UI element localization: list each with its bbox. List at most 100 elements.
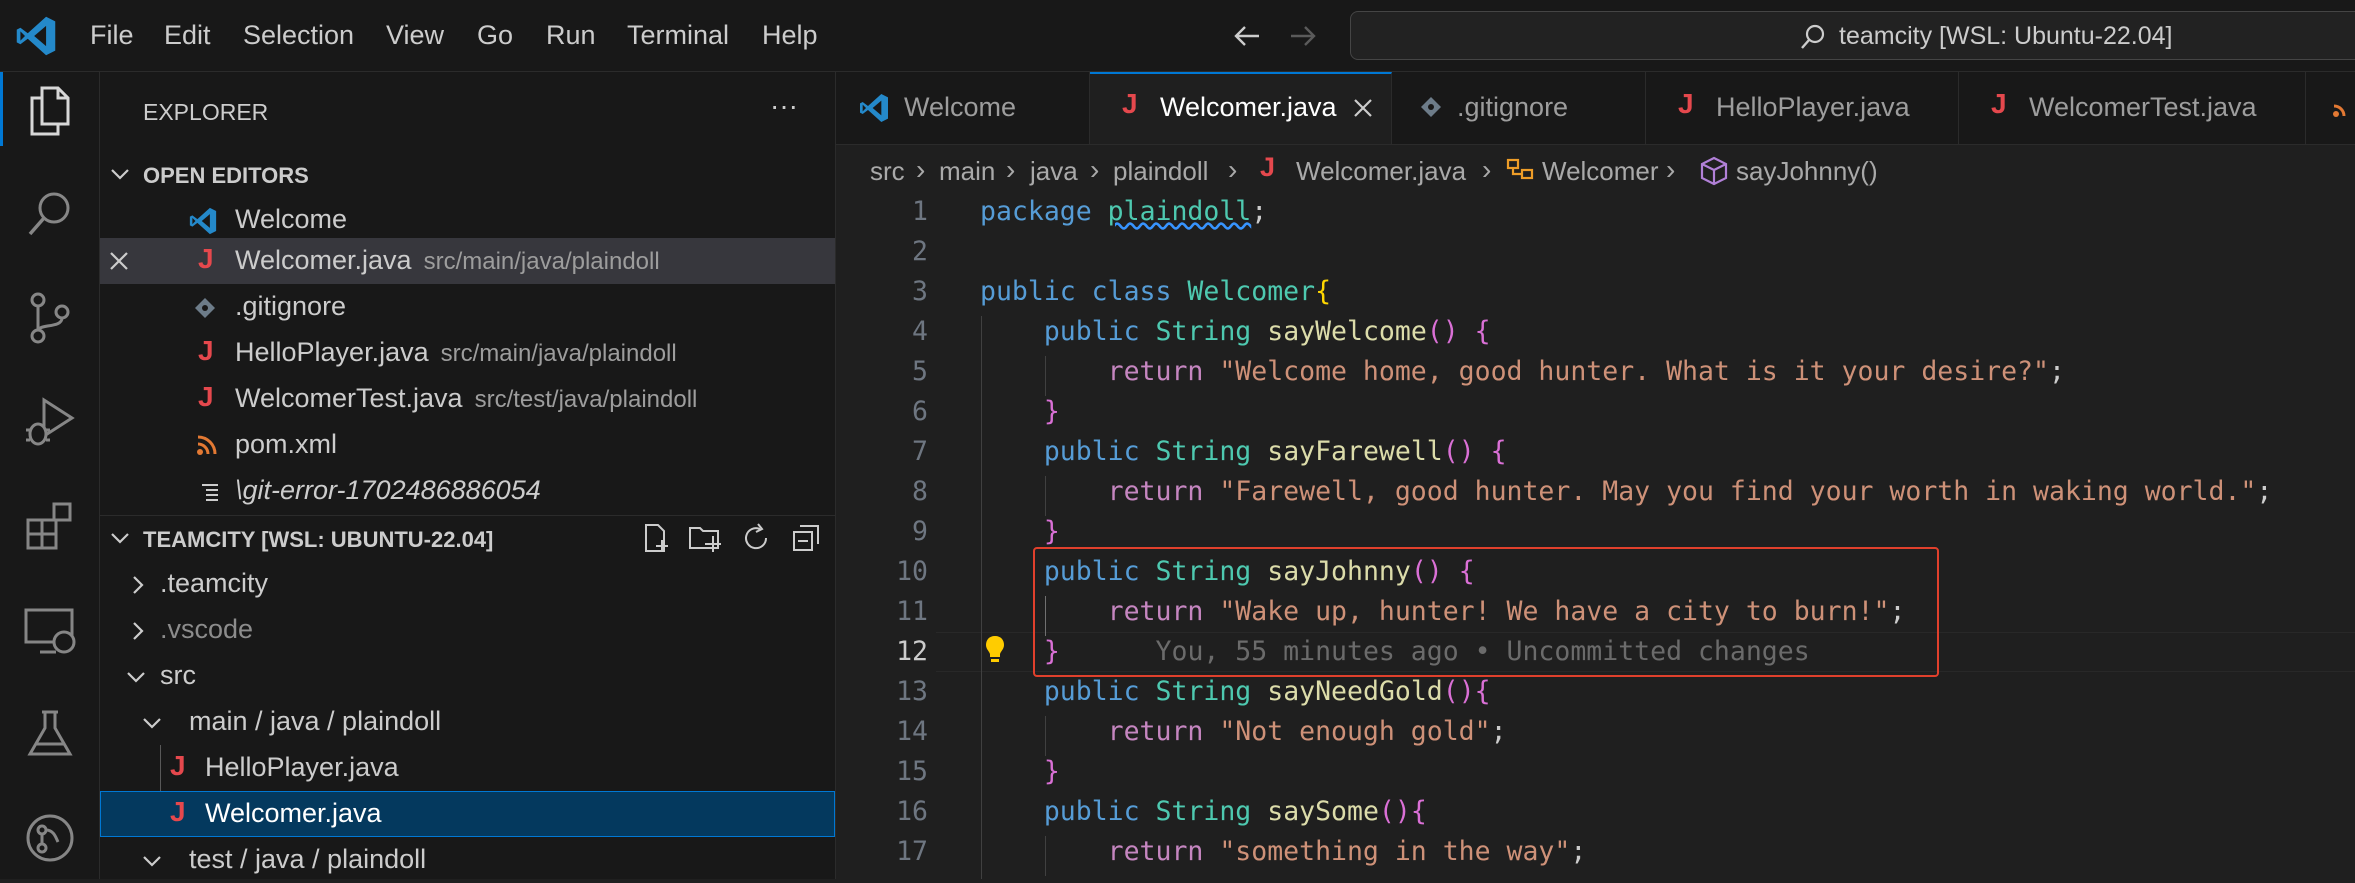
breadcrumb-item[interactable]: java [1030,156,1078,187]
breadcrumb-item[interactable]: main [939,156,995,187]
line-number: 9 [912,516,928,547]
open-editor-label: Welcome [235,204,348,234]
open-editors-header[interactable]: OPEN EDITORS [100,152,835,198]
search-icon[interactable] [22,186,78,242]
extensions-icon[interactable] [22,498,78,554]
tree-item-main-java-plaindoll[interactable]: main / java / plaindoll [100,699,835,745]
open-editor-label: HelloPlayer.java [235,337,429,367]
code-line: return "something in the way"; [1107,836,1587,867]
open-editor-path: src/main/java/plaindoll [440,340,677,367]
menu-terminal[interactable]: Terminal [627,20,729,51]
tab-welcomer-java[interactable]: J Welcomer.java [1090,72,1392,144]
tree-item-welcomer-java[interactable]: J Welcomer.java [100,791,835,837]
code-token: return [1107,476,1204,507]
testing-icon[interactable] [22,706,78,762]
tree-item-label: test / java / plaindoll [189,844,427,874]
line-number-current: 12 [896,636,928,667]
line-number: 11 [896,596,928,627]
chevron-right-icon: › [1666,154,1676,185]
code-token: String [1155,676,1252,707]
more-actions-icon[interactable]: ··· [770,90,798,122]
title-bar: File Edit Selection View Go Run Terminal… [0,0,2355,72]
open-editor-item-pom-xml[interactable]: pom.xml [100,422,835,468]
lightbulb-icon[interactable] [984,634,1006,666]
tab-label: HelloPlayer.java [1716,92,1910,122]
breadcrumb-item[interactable]: sayJohnny() [1736,156,1878,187]
workspace-header[interactable]: TEAMCITY [WSL: UBUNTU-22.04] [100,515,835,562]
code-token: return [1107,836,1204,867]
tab-helloplayer-java[interactable]: J HelloPlayer.java [1646,72,1959,144]
close-icon[interactable] [108,250,130,272]
code-token: return [1107,356,1204,387]
menu-file[interactable]: File [90,20,134,51]
refresh-icon[interactable] [740,522,772,554]
line-number: 6 [912,396,928,427]
code-editor[interactable]: 1 2 3 4 5 6 7 8 9 10 11 12 13 14 15 16 1… [836,196,2355,879]
breadcrumb-item[interactable]: plaindoll [1113,156,1208,187]
open-editor-item-gitignore[interactable]: .gitignore [100,284,835,330]
line-number: 13 [896,676,928,707]
code-token: String [1155,436,1252,467]
new-folder-icon[interactable] [688,522,722,554]
java-file-icon: J [198,243,214,274]
code-token: () [1442,436,1475,467]
source-control-icon[interactable] [22,290,78,346]
close-icon[interactable] [1352,97,1374,119]
chevron-down-icon [111,533,129,544]
menu-selection[interactable]: Selection [243,20,354,51]
menu-run[interactable]: Run [546,20,596,51]
java-file-icon: J [1122,88,1138,119]
open-editor-item-welcomertest-java[interactable]: J WelcomerTest.java src/test/java/plaindo… [100,376,835,422]
chevron-down-icon [143,856,161,867]
menu-help[interactable]: Help [762,20,818,51]
code-token: return [1107,716,1204,747]
chevron-right-icon [133,576,144,594]
open-editor-item-welcomer-java[interactable]: J Welcomer.java src/main/java/plaindoll [100,238,835,284]
code-line: public String sayFarewell() { [980,436,1507,467]
menu-view[interactable]: View [386,20,444,51]
code-line: } [980,756,1060,787]
remote-status-icon[interactable] [22,808,78,864]
tab-welcome[interactable]: Welcome [836,72,1090,144]
tree-item-label: main / java / plaindoll [189,706,442,736]
code-token: sayNeedGold [1267,676,1443,707]
activity-bar [0,72,100,879]
open-editor-item-git-error[interactable]: \git-error-1702486886054 [100,468,835,514]
code-token: () [1442,676,1475,707]
menu-go[interactable]: Go [477,20,513,51]
command-center[interactable]: teamcity [WSL: Ubuntu-22.04] [1350,11,2355,60]
open-editor-item-welcome[interactable]: Welcome [100,197,835,243]
line-number: 17 [896,836,928,867]
tree-item-test-java-plaindoll[interactable]: test / java / plaindoll [100,837,835,883]
open-editor-label: pom.xml [235,429,338,459]
code-token: { [1474,676,1491,707]
remote-explorer-icon[interactable] [22,602,78,658]
forward-arrow-icon[interactable] [1288,22,1318,50]
open-editor-label: WelcomerTest.java [235,383,463,413]
line-number: 15 [896,756,928,787]
tree-item-src[interactable]: src [100,653,835,699]
menu-edit[interactable]: Edit [164,20,211,51]
code-token: saySome [1267,796,1379,827]
new-file-icon[interactable] [640,522,672,554]
tree-item-helloplayer-java[interactable]: J HelloPlayer.java [100,745,835,791]
open-editor-item-helloplayer-java[interactable]: J HelloPlayer.java src/main/java/plaindol… [100,330,835,376]
breadcrumb-item[interactable]: Welcomer [1542,156,1659,187]
code-token: { [1315,276,1332,307]
run-debug-icon[interactable] [22,394,78,450]
tree-item-teamcity[interactable]: .teamcity [100,561,835,607]
tab-welcomertest-java[interactable]: J WelcomerTest.java [1959,72,2306,144]
collapse-all-icon[interactable] [790,522,822,554]
java-file-icon: J [1260,152,1276,182]
breadcrumb-item[interactable]: Welcomer.java [1296,156,1466,187]
back-arrow-icon[interactable] [1232,22,1262,50]
tab-label: Welcome [904,92,1017,122]
chevron-right-icon: › [1228,154,1238,185]
breadcrumb-item[interactable]: src [870,156,905,187]
java-file-icon: J [198,335,214,366]
explorer-icon[interactable] [22,82,78,138]
tab-gitignore[interactable]: .gitignore [1392,72,1646,144]
tree-item-vscode[interactable]: .vscode [100,607,835,653]
code-line: public String saySome(){ [980,796,1427,827]
code-token: package [980,196,1092,227]
